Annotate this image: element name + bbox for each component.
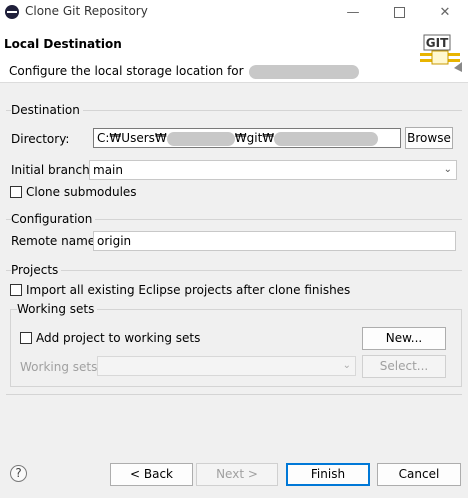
- working-sets-select[interactable]: ⌄: [97, 356, 356, 376]
- remote-name-input[interactable]: origin: [93, 231, 456, 251]
- add-to-working-sets-checkbox[interactable]: [20, 332, 32, 344]
- clone-submodules-checkbox[interactable]: [10, 186, 22, 198]
- projects-group-label: Projects: [11, 263, 62, 277]
- initial-branch-select[interactable]: main ⌄: [89, 160, 457, 180]
- initial-branch-value: main: [93, 163, 123, 177]
- chevron-down-icon: ⌄: [342, 360, 351, 371]
- page-title: Local Destination: [4, 37, 122, 51]
- clone-submodules-label: Clone submodules: [26, 185, 137, 199]
- select-working-sets-button[interactable]: Select...: [362, 355, 446, 378]
- configuration-group-label: Configuration: [11, 212, 96, 226]
- directory-part-1: C:₩Users₩: [97, 131, 167, 145]
- minimize-icon: —: [346, 4, 360, 20]
- directory-input[interactable]: C:₩Users₩ ₩git₩: [93, 128, 401, 148]
- directory-part-2: ₩git₩: [234, 131, 275, 145]
- new-working-set-button[interactable]: New...: [362, 327, 446, 350]
- help-icon[interactable]: ?: [10, 465, 27, 482]
- remote-name-label: Remote name:: [11, 234, 100, 248]
- working-sets-label: Working sets:: [20, 360, 102, 374]
- redacted-text: [166, 131, 235, 146]
- projects-bottom-line: [6, 394, 462, 395]
- directory-label: Directory:: [11, 132, 70, 146]
- projects-group-line: [6, 270, 462, 271]
- import-projects-label: Import all existing Eclipse projects aft…: [26, 283, 351, 297]
- page-description: Configure the local storage location for: [9, 64, 360, 79]
- working-sets-group-label: Working sets: [17, 302, 98, 316]
- maximize-icon: [393, 6, 405, 18]
- destination-group-label: Destination: [11, 103, 83, 117]
- redacted-text: [249, 64, 360, 79]
- maximize-button[interactable]: [376, 0, 422, 24]
- browse-button[interactable]: Browse: [405, 127, 453, 149]
- git-logo-text: GIT: [426, 36, 449, 50]
- minimize-button[interactable]: —: [330, 0, 376, 24]
- next-button[interactable]: Next >: [196, 463, 278, 486]
- chevron-down-icon: ⌄: [443, 164, 452, 175]
- close-icon: ✕: [439, 4, 451, 20]
- add-to-working-sets-label: Add project to working sets: [36, 331, 201, 345]
- close-button[interactable]: ✕: [422, 0, 468, 24]
- initial-branch-label: Initial branch:: [11, 163, 94, 177]
- cancel-button[interactable]: Cancel: [377, 463, 461, 486]
- redacted-text: [274, 131, 379, 146]
- window-title: Clone Git Repository: [25, 4, 148, 18]
- eclipse-icon: [5, 5, 19, 19]
- description-text: Configure the local storage location for: [9, 64, 244, 78]
- back-button[interactable]: < Back: [110, 463, 193, 486]
- wizard-header: Local Destination Configure the local st…: [0, 24, 468, 83]
- title-bar: Clone Git Repository — ✕: [0, 0, 468, 24]
- git-logo-icon: GIT: [420, 34, 462, 72]
- import-projects-checkbox[interactable]: [10, 284, 22, 296]
- finish-button[interactable]: Finish: [286, 463, 370, 486]
